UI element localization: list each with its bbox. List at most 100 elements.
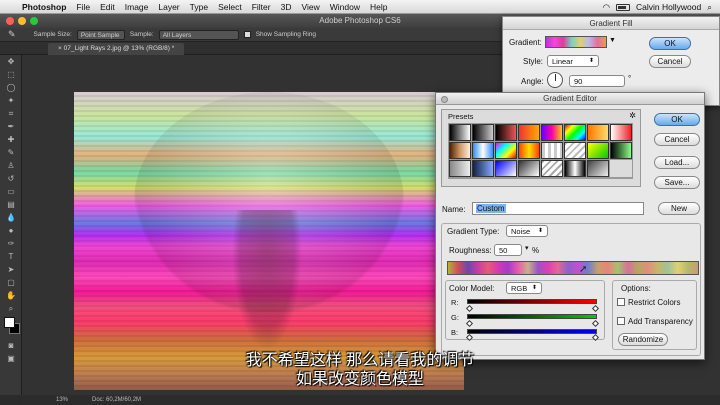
gradient-tool-icon[interactable]: ▤ xyxy=(0,198,22,211)
menu-help[interactable]: Help xyxy=(370,2,387,12)
preset-swatch[interactable] xyxy=(541,124,563,141)
close-dialog-icon[interactable] xyxy=(441,96,448,103)
name-label: Name: xyxy=(442,205,466,214)
gradient-fill-cancel-button[interactable]: Cancel xyxy=(649,55,691,68)
menu-app-name[interactable]: Photoshop xyxy=(22,2,66,12)
menu-file[interactable]: File xyxy=(76,2,90,12)
gradient-type-select[interactable]: Noise ⬍ xyxy=(506,225,548,237)
b-channel-slider[interactable] xyxy=(467,329,597,334)
color-swatches[interactable] xyxy=(0,315,22,339)
preset-swatch[interactable] xyxy=(472,142,494,159)
editor-ok-button[interactable]: OK xyxy=(654,113,700,126)
zoom-window-icon[interactable] xyxy=(30,17,38,25)
restrict-colors-checkbox[interactable] xyxy=(617,298,625,306)
dodge-tool-icon[interactable]: ● xyxy=(0,224,22,237)
menu-type[interactable]: Type xyxy=(190,2,208,12)
lasso-tool-icon[interactable]: ◯ xyxy=(0,81,22,94)
r-channel-slider[interactable] xyxy=(467,299,597,304)
menu-window[interactable]: Window xyxy=(330,2,360,12)
sample-size-select[interactable]: Point Sample xyxy=(76,29,125,40)
preset-swatch[interactable] xyxy=(449,142,471,159)
name-input[interactable]: Custom xyxy=(472,202,644,215)
preset-swatch[interactable] xyxy=(472,160,494,177)
foreground-color-swatch[interactable] xyxy=(4,317,15,328)
subtitle-line-2: 如果改变颜色模型 xyxy=(295,371,424,388)
shape-tool-icon[interactable]: ▢ xyxy=(0,276,22,289)
preset-swatch[interactable] xyxy=(495,124,517,141)
editor-cancel-button[interactable]: Cancel xyxy=(654,133,700,146)
load-button[interactable]: Load... xyxy=(654,156,700,169)
preset-swatch[interactable] xyxy=(495,160,517,177)
preset-swatch[interactable] xyxy=(587,142,609,159)
menu-layer[interactable]: Layer xyxy=(158,2,179,12)
eyedropper-tool-icon[interactable]: ✎ xyxy=(8,29,16,40)
document-tab[interactable]: × 07_Light Rays 2.jpg @ 13% (RGB/8) * xyxy=(48,43,185,55)
sample-select[interactable]: All Layers xyxy=(158,29,239,40)
preset-swatch[interactable] xyxy=(518,124,540,141)
roughness-stepper-icon[interactable]: ▾ xyxy=(525,244,529,252)
preset-swatch[interactable] xyxy=(495,142,517,159)
preset-swatch[interactable] xyxy=(564,142,586,159)
quick-select-tool-icon[interactable]: ✦ xyxy=(0,94,22,107)
path-select-icon[interactable]: ➤ xyxy=(0,263,22,276)
eraser-tool-icon[interactable]: ▭ xyxy=(0,185,22,198)
new-button[interactable]: New xyxy=(658,202,700,215)
history-brush-icon[interactable]: ↺ xyxy=(0,172,22,185)
menu-image[interactable]: Image xyxy=(125,2,149,12)
search-icon[interactable]: ⌕ xyxy=(707,2,712,13)
eyedropper-icon[interactable]: ✒ xyxy=(0,120,22,133)
preset-swatch[interactable] xyxy=(610,124,632,141)
gradient-preview-swatch[interactable] xyxy=(545,36,607,48)
healing-brush-icon[interactable]: ✚ xyxy=(0,133,22,146)
randomize-button[interactable]: Randomize xyxy=(618,333,668,346)
hand-tool-icon[interactable]: ✋ xyxy=(0,289,22,302)
preset-swatch[interactable] xyxy=(518,160,540,177)
preset-swatch[interactable] xyxy=(449,124,471,141)
pen-tool-icon[interactable]: ✑ xyxy=(0,237,22,250)
user-name[interactable]: Calvin Hollywood xyxy=(636,2,701,12)
menu-3d[interactable]: 3D xyxy=(281,2,292,12)
color-model-select[interactable]: RGB ⬍ xyxy=(506,282,542,294)
preset-swatch[interactable] xyxy=(541,142,563,159)
preset-swatch[interactable] xyxy=(541,160,563,177)
menu-view[interactable]: View xyxy=(301,2,319,12)
add-transparency-checkbox[interactable] xyxy=(617,317,625,325)
zoom-tool-icon[interactable]: ⌕ xyxy=(0,302,22,315)
battery-icon[interactable] xyxy=(616,3,631,11)
brush-tool-icon[interactable]: ✎ xyxy=(0,146,22,159)
menu-filter[interactable]: Filter xyxy=(252,2,271,12)
g-channel-slider[interactable] xyxy=(467,314,597,319)
preset-swatch[interactable] xyxy=(472,124,494,141)
marquee-tool-icon[interactable]: ⬚ xyxy=(0,68,22,81)
minimize-window-icon[interactable] xyxy=(18,17,26,25)
document-image[interactable] xyxy=(74,92,464,390)
preset-swatch[interactable] xyxy=(564,160,586,177)
blur-tool-icon[interactable]: 💧 xyxy=(0,211,22,224)
gradient-fill-ok-button[interactable]: OK xyxy=(649,37,691,50)
noise-gradient-preview[interactable] xyxy=(447,261,699,275)
style-select[interactable]: Linear ⬍ xyxy=(547,55,599,67)
menu-select[interactable]: Select xyxy=(218,2,242,12)
save-button[interactable]: Save... xyxy=(654,176,700,189)
preset-swatch[interactable] xyxy=(449,160,471,177)
crop-tool-icon[interactable]: ⌗ xyxy=(0,107,22,120)
angle-input[interactable]: 90 xyxy=(569,75,625,87)
clone-stamp-icon[interactable]: ♙ xyxy=(0,159,22,172)
angle-dial[interactable] xyxy=(547,72,563,88)
zoom-level[interactable]: 13% xyxy=(56,395,68,405)
close-window-icon[interactable] xyxy=(6,17,14,25)
preset-swatch[interactable] xyxy=(587,124,609,141)
preset-swatch[interactable] xyxy=(587,160,609,177)
show-sampling-ring-checkbox[interactable] xyxy=(243,31,251,38)
wifi-icon[interactable]: ◠ xyxy=(603,2,610,13)
preset-swatch[interactable] xyxy=(518,142,540,159)
menu-edit[interactable]: Edit xyxy=(100,2,115,12)
preset-swatch[interactable] xyxy=(610,142,632,159)
gear-icon[interactable]: ✲ xyxy=(629,111,636,120)
gradient-dropdown-icon[interactable]: ▼ xyxy=(609,37,616,44)
preset-swatch[interactable] xyxy=(564,124,586,141)
roughness-input[interactable]: 50 xyxy=(494,244,522,256)
close-tab-icon[interactable]: × xyxy=(58,45,62,52)
type-tool-icon[interactable]: T xyxy=(0,250,22,263)
move-tool-icon[interactable]: ✥ xyxy=(0,55,22,68)
